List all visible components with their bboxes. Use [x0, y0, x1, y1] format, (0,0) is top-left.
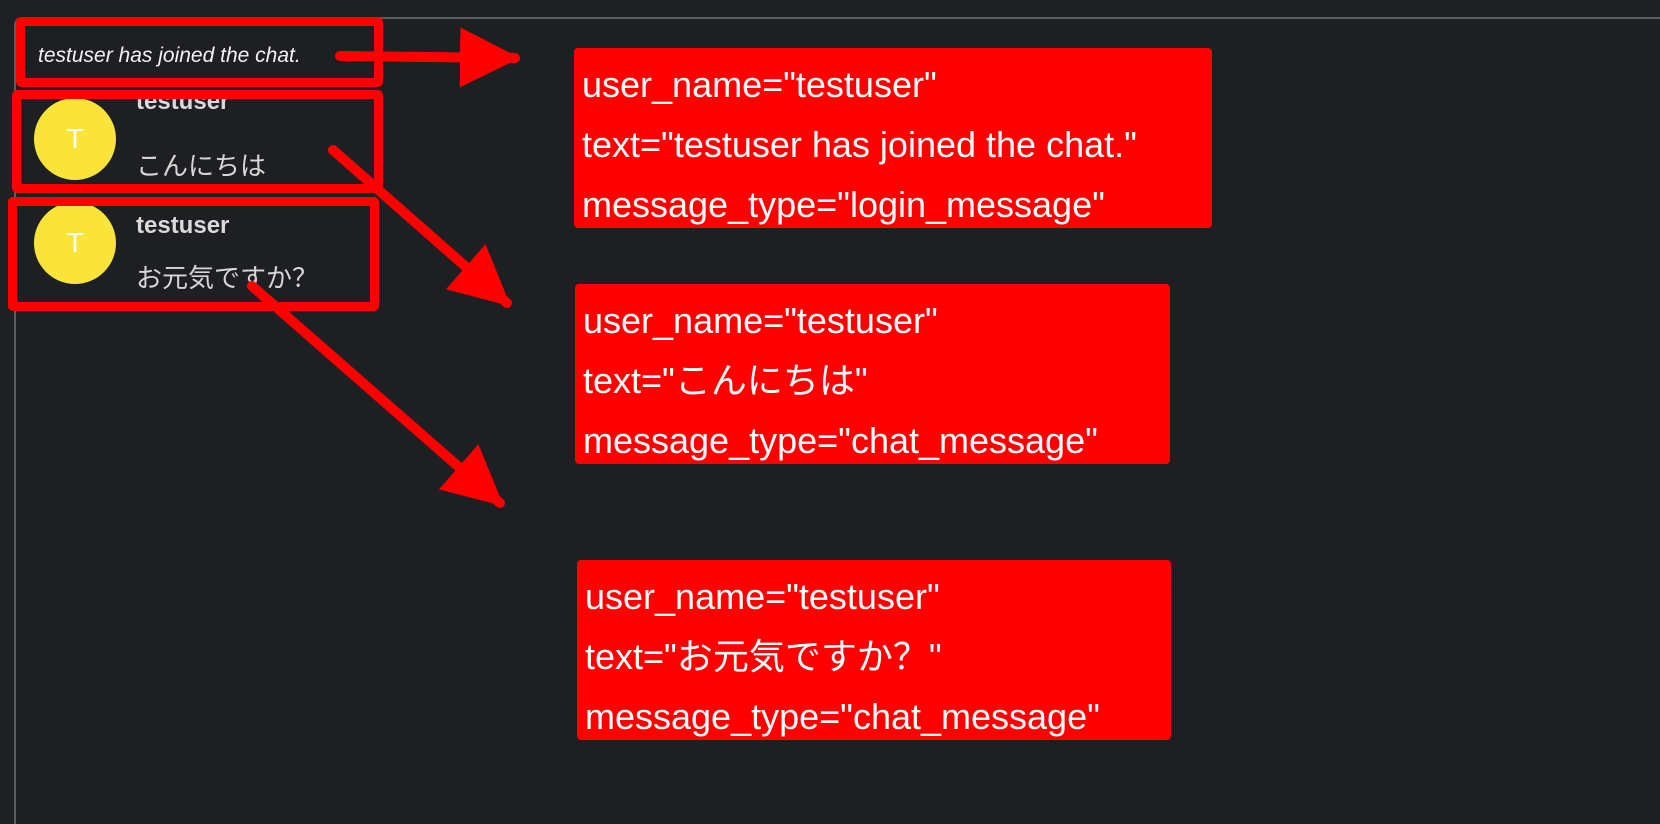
annotation-text: text="こんにちは": [583, 360, 868, 401]
annotation-chat-message-2: user_name="testuser" text="お元気ですか？" mess…: [577, 560, 1171, 740]
annotation-message-type: message_type="login_message": [582, 184, 1105, 225]
chat-message-1-highlight: [12, 90, 383, 193]
annotation-message-type: message_type="chat_message": [585, 696, 1100, 737]
annotation-user-name: user_name="testuser": [585, 576, 940, 617]
chat-message-2-highlight: [8, 197, 379, 311]
annotation-user-name: user_name="testuser": [582, 64, 937, 105]
screenshot-stage: testuser has joined the chat. T testuser…: [0, 0, 1660, 824]
annotation-text: text="お元気ですか？": [585, 636, 942, 677]
annotation-chat-message-1: user_name="testuser" text="こんにちは" messag…: [575, 284, 1170, 464]
annotation-message-type: message_type="chat_message": [583, 420, 1098, 461]
annotation-text: text="testuser has joined the chat.": [582, 124, 1137, 165]
login-message-highlight: [16, 17, 383, 87]
annotation-user-name: user_name="testuser": [583, 300, 938, 341]
annotation-login-message: user_name="testuser" text="testuser has …: [574, 48, 1212, 228]
